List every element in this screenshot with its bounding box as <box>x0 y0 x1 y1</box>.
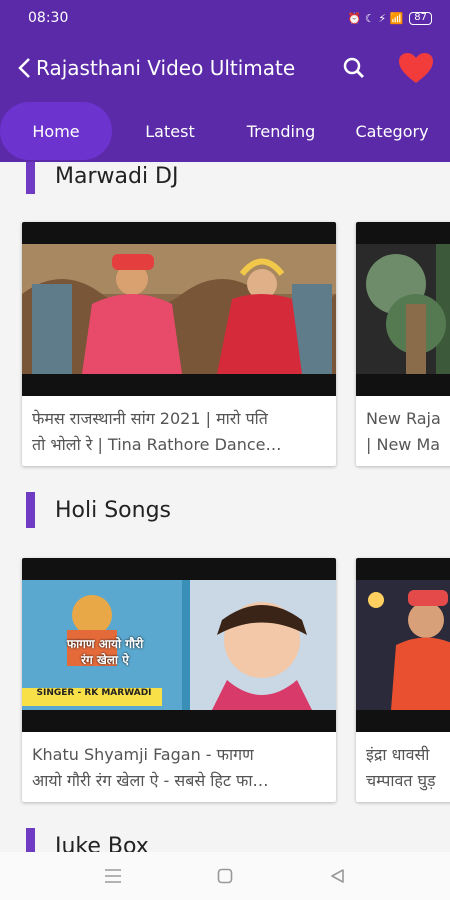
video-title: फेमस राजस्थानी सांग 2021 | मारो पति तो भ… <box>32 409 282 454</box>
video-thumbnail <box>356 222 450 396</box>
square-icon <box>217 868 233 884</box>
app-title: Rajasthani Video Ultimate <box>36 56 296 80</box>
search-button[interactable] <box>334 48 374 88</box>
video-card[interactable]: फागण आयो गौरी रंग खेला ऐ SINGER - RK MAR… <box>22 558 336 802</box>
forest-image <box>356 244 450 374</box>
video-row: फेमस राजस्थानी सांग 2021 | मारो पति तो भ… <box>22 222 450 466</box>
tab-home[interactable]: Home <box>0 100 112 162</box>
status-bar: 08:30 ⏰ ☾ ⚡ 📶 87 <box>0 0 450 36</box>
section-title: Juke Box <box>55 833 149 853</box>
section-header: Holi Songs <box>26 492 171 528</box>
thumbnail-singer-label: SINGER - RK MARWADI <box>36 688 152 698</box>
video-title: Khatu Shyamji Fagan - फागण आयो गौरी रंग … <box>32 745 269 790</box>
section-header: Marwadi DJ <box>26 162 178 194</box>
tab-bar: Home Latest Trending Category <box>0 100 450 162</box>
section-header: Juke Box <box>26 828 149 852</box>
thumbnail-caption: फागण आयो गौरी रंग खेला ऐ <box>66 637 144 667</box>
video-row: फागण आयो गौरी रंग खेला ऐ SINGER - RK MAR… <box>22 558 450 802</box>
system-nav-bar <box>0 852 450 900</box>
tab-category[interactable]: Category <box>334 100 450 162</box>
section-accent-bar <box>26 828 35 852</box>
video-title: New Raja | New Ma <box>366 409 441 454</box>
video-thumbnail <box>22 222 336 396</box>
status-icons: ⏰ ☾ ⚡ 📶 87 <box>347 11 432 25</box>
singer-image <box>356 580 450 710</box>
back-button[interactable] <box>0 36 36 100</box>
video-card[interactable]: इंद्रा धावसी चम्पावत घुड़ <box>356 558 450 802</box>
section-accent-bar <box>26 492 35 528</box>
status-time: 08:30 <box>28 10 69 26</box>
menu-icon <box>105 869 121 883</box>
heart-icon <box>399 53 433 83</box>
home-button[interactable] <box>213 864 237 888</box>
video-card[interactable]: New Raja | New Ma <box>356 222 450 466</box>
section-title: Holi Songs <box>55 497 172 523</box>
favorites-button[interactable] <box>394 46 438 90</box>
section-accent-bar <box>26 162 35 194</box>
battery-icon: 87 <box>409 11 432 25</box>
app-bar: Rajasthani Video Ultimate <box>0 36 450 100</box>
chevron-left-icon <box>18 58 30 78</box>
video-thumbnail <box>356 558 450 732</box>
section-title: Marwadi DJ <box>55 163 179 189</box>
menu-button[interactable] <box>101 864 125 888</box>
content-list[interactable]: Marwadi DJ फेमस राजस्थानी सांग 2021 | मा… <box>0 162 450 852</box>
tab-latest[interactable]: Latest <box>112 100 228 162</box>
video-thumbnail: फागण आयो गौरी रंग खेला ऐ SINGER - RK MAR… <box>22 558 336 732</box>
triangle-back-icon <box>331 869 344 883</box>
video-card[interactable]: फेमस राजस्थानी सांग 2021 | मारो पति तो भ… <box>22 222 336 466</box>
video-title: इंद्रा धावसी चम्पावत घुड़ <box>366 745 436 790</box>
search-icon <box>343 57 364 78</box>
tab-trending[interactable]: Trending <box>228 100 334 162</box>
dancers-image <box>22 244 336 374</box>
back-nav-button[interactable] <box>325 864 349 888</box>
status-indicators: ⏰ ☾ ⚡ 📶 <box>347 11 404 25</box>
